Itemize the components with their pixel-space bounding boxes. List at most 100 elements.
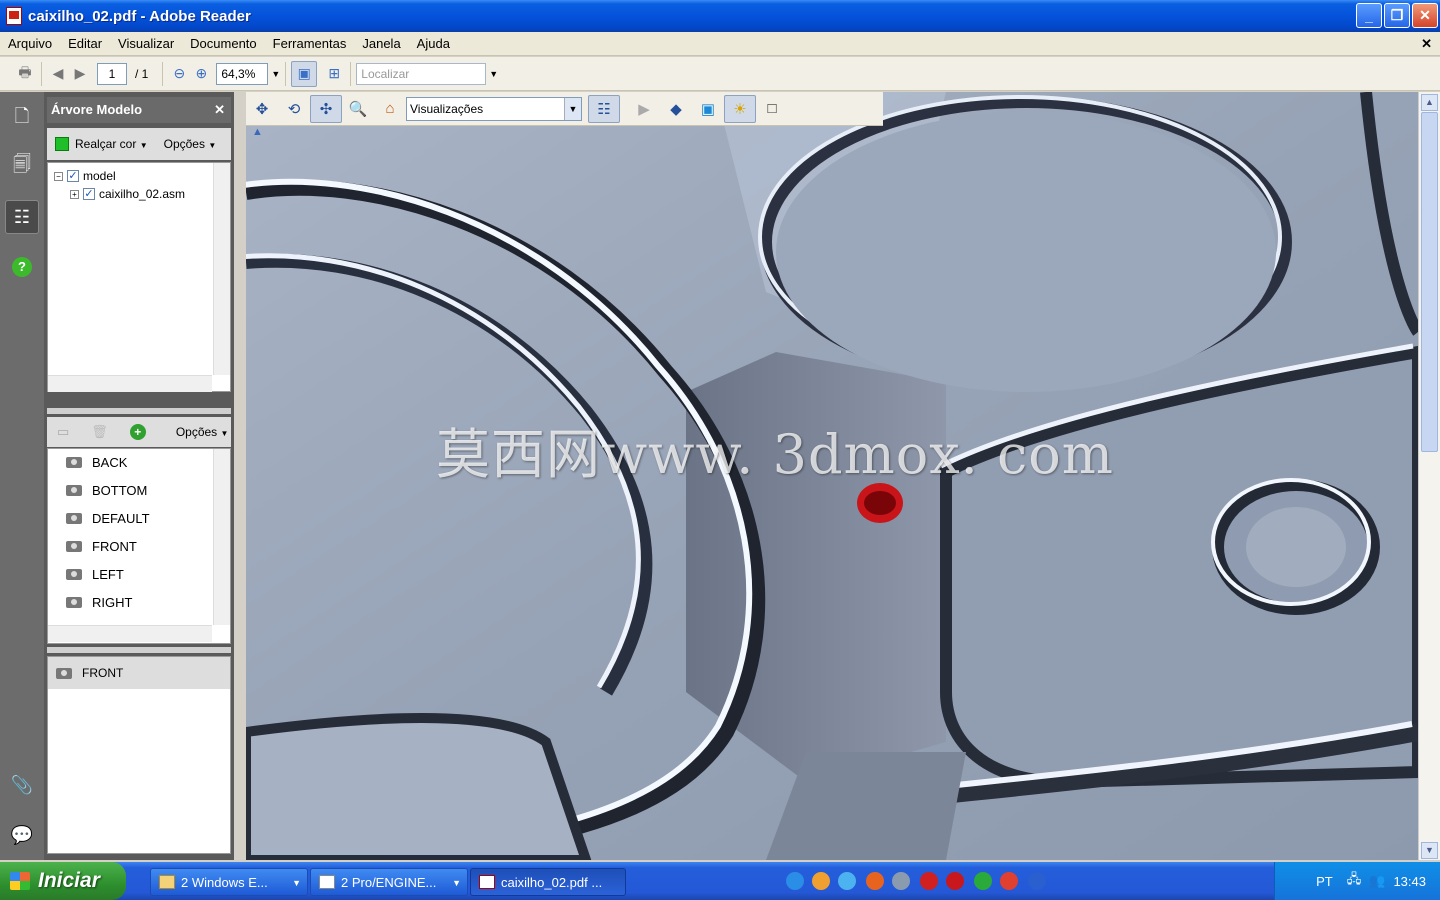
toggle-model-tree-icon[interactable]: ☷ — [588, 94, 620, 123]
folder-icon — [159, 875, 175, 889]
panel-splitter[interactable] — [47, 647, 231, 653]
window-title: caixilho_02.pdf - Adobe Reader — [28, 7, 251, 25]
attachments-icon[interactable]: 📎 — [5, 768, 39, 802]
minimize-button[interactable]: _ — [1356, 3, 1382, 28]
tree-node-model[interactable]: − ✓ model — [54, 169, 116, 183]
zoom-3d-icon[interactable]: 🔍 — [342, 95, 374, 123]
menu-documento[interactable]: Documento — [182, 36, 264, 51]
page-number-input[interactable]: 1 — [97, 62, 127, 85]
zoom-level-input[interactable]: 64,3% — [216, 62, 269, 85]
highlight-toolbar: Realçar cor ▼ Opções ▼ — [47, 128, 231, 160]
fit-page-icon[interactable]: ⊞ — [323, 63, 345, 85]
rotate-icon[interactable]: ✥ — [246, 95, 278, 123]
view-item[interactable]: DEFAULT — [66, 511, 150, 526]
close-panel-icon[interactable]: ✕ — [214, 97, 225, 123]
spin-icon[interactable]: ⟲ — [278, 95, 310, 123]
visibility-checkbox[interactable]: ✓ — [67, 170, 79, 182]
menu-editar[interactable]: Editar — [60, 36, 110, 51]
tree-vertical-scrollbar[interactable] — [213, 163, 230, 375]
views-toolbar: ▭ 🗑 + Opções ▼ — [47, 417, 231, 447]
collapse-icon[interactable]: − — [54, 171, 63, 181]
background-color-icon[interactable]: □ — [756, 95, 788, 123]
document-vertical-scrollbar[interactable]: ▲ ▼ — [1418, 92, 1440, 860]
scroll-up-icon[interactable]: ▲ — [1421, 94, 1438, 111]
update-icon[interactable] — [838, 872, 856, 890]
model-tree-icon[interactable]: ☷ — [5, 200, 39, 234]
add-view-icon[interactable]: + — [129, 424, 146, 440]
scroll-down-icon[interactable]: ▼ — [1421, 842, 1438, 859]
expand-toolbar-icon[interactable]: ▲ — [252, 126, 263, 138]
menu-visualizar[interactable]: Visualizar — [110, 36, 182, 51]
tree-horizontal-scrollbar[interactable] — [48, 375, 212, 392]
help-icon[interactable]: ? — [5, 250, 39, 284]
zoom-dropdown-icon[interactable]: ▼ — [271, 69, 280, 79]
zoom-in-icon[interactable]: ⊕ — [190, 63, 212, 85]
language-indicator[interactable]: PT — [1316, 874, 1333, 889]
gift-icon[interactable] — [1000, 872, 1018, 890]
clock[interactable]: 13:43 — [1393, 874, 1426, 889]
menu-ajuda[interactable]: Ajuda — [409, 36, 458, 51]
view-item[interactable]: FRONT — [66, 539, 137, 554]
ie-icon[interactable] — [786, 872, 804, 890]
render-mode-icon[interactable]: ▣ — [692, 95, 724, 123]
delete-view-icon[interactable]: 🗑 — [91, 424, 108, 440]
player-icon[interactable] — [1028, 872, 1046, 890]
menu-ferramentas[interactable]: Ferramentas — [265, 36, 355, 51]
visibility-checkbox[interactable]: ✓ — [83, 188, 95, 200]
expand-icon[interactable]: + — [70, 189, 79, 199]
taskbar-item-windows-explorer[interactable]: 2 Windows E... ▼ — [150, 868, 308, 896]
view-item[interactable]: LEFT — [66, 567, 124, 582]
camera-icon — [66, 541, 82, 552]
find-input[interactable]: Localizar — [356, 62, 487, 85]
document-close-icon[interactable]: ✕ — [1421, 36, 1432, 52]
home-icon[interactable]: ⌂ — [374, 95, 406, 123]
camera-icon — [66, 597, 82, 608]
zoom-out-icon[interactable]: ⊖ — [168, 63, 190, 85]
play-animation-icon[interactable]: ▶ — [628, 95, 660, 123]
3d-viewport[interactable]: ✥ ⟲ ✣ 🔍 ⌂ Visualizações ▼ ☷ ▶ ◆ ▣ ☀ □ ▲ … — [246, 92, 1418, 860]
highlight-color-swatch[interactable] — [55, 137, 69, 151]
lighting-icon[interactable]: ☀ — [724, 94, 756, 123]
view-item[interactable]: RIGHT — [66, 595, 132, 610]
taskbar-item-adobe-reader[interactable]: caixilho_02.pdf ... — [470, 868, 626, 896]
highlight-color-menu[interactable]: Realçar cor ▼ — [75, 137, 148, 151]
views-vertical-scrollbar[interactable] — [213, 449, 230, 625]
projection-icon[interactable]: ◆ — [660, 95, 692, 123]
view-item[interactable]: BACK — [66, 455, 127, 470]
view-item[interactable]: BOTTOM — [66, 483, 147, 498]
panel-header: Árvore Modelo ✕ — [47, 97, 231, 123]
bookmarks-icon[interactable]: 🗐 — [5, 150, 39, 184]
pan-icon[interactable]: ✣ — [310, 94, 342, 123]
views-dropdown[interactable]: Visualizações ▼ — [406, 96, 582, 121]
office-icon[interactable] — [946, 872, 964, 890]
panel-splitter[interactable] — [47, 408, 231, 414]
fit-width-icon[interactable]: ▣ — [291, 60, 318, 87]
previous-page-icon[interactable]: ◀ — [47, 63, 69, 85]
print-icon[interactable]: 🖶 — [14, 63, 36, 85]
pages-icon[interactable]: 🗋 — [5, 102, 39, 136]
firefox-icon[interactable] — [866, 872, 884, 890]
network-app-icon[interactable] — [892, 872, 910, 890]
close-button[interactable]: ✕ — [1412, 3, 1438, 28]
comments-icon[interactable]: 💬 — [5, 818, 39, 852]
views-horizontal-scrollbar[interactable] — [48, 625, 212, 642]
next-page-icon[interactable]: ▶ — [69, 63, 91, 85]
options-menu[interactable]: Opções ▼ — [164, 137, 217, 151]
menu-arquivo[interactable]: Arquivo — [0, 36, 60, 51]
views-options-menu[interactable]: Opções ▼ — [176, 425, 229, 439]
new-view-icon[interactable]: ▭ — [57, 424, 69, 440]
messenger-icon[interactable] — [812, 872, 830, 890]
users-icon[interactable]: 👥 — [1369, 873, 1385, 889]
restore-button[interactable]: ❐ — [1384, 3, 1410, 28]
scroll-thumb[interactable] — [1421, 112, 1438, 452]
camera-icon — [66, 457, 82, 468]
taskbar-item-pro-engineer[interactable]: 2 Pro/ENGINE... ▼ — [310, 868, 468, 896]
tree-node-asm[interactable]: + ✓ caixilho_02.asm — [70, 187, 185, 201]
media-icon[interactable] — [920, 872, 938, 890]
network-icon[interactable]: 🖧 — [1347, 870, 1362, 892]
current-view-item[interactable]: FRONT — [48, 657, 230, 689]
find-dropdown-icon[interactable]: ▼ — [489, 69, 498, 79]
menu-janela[interactable]: Janela — [354, 36, 408, 51]
ie-green-icon[interactable] — [974, 872, 992, 890]
start-button[interactable]: Iniciar — [0, 862, 126, 900]
